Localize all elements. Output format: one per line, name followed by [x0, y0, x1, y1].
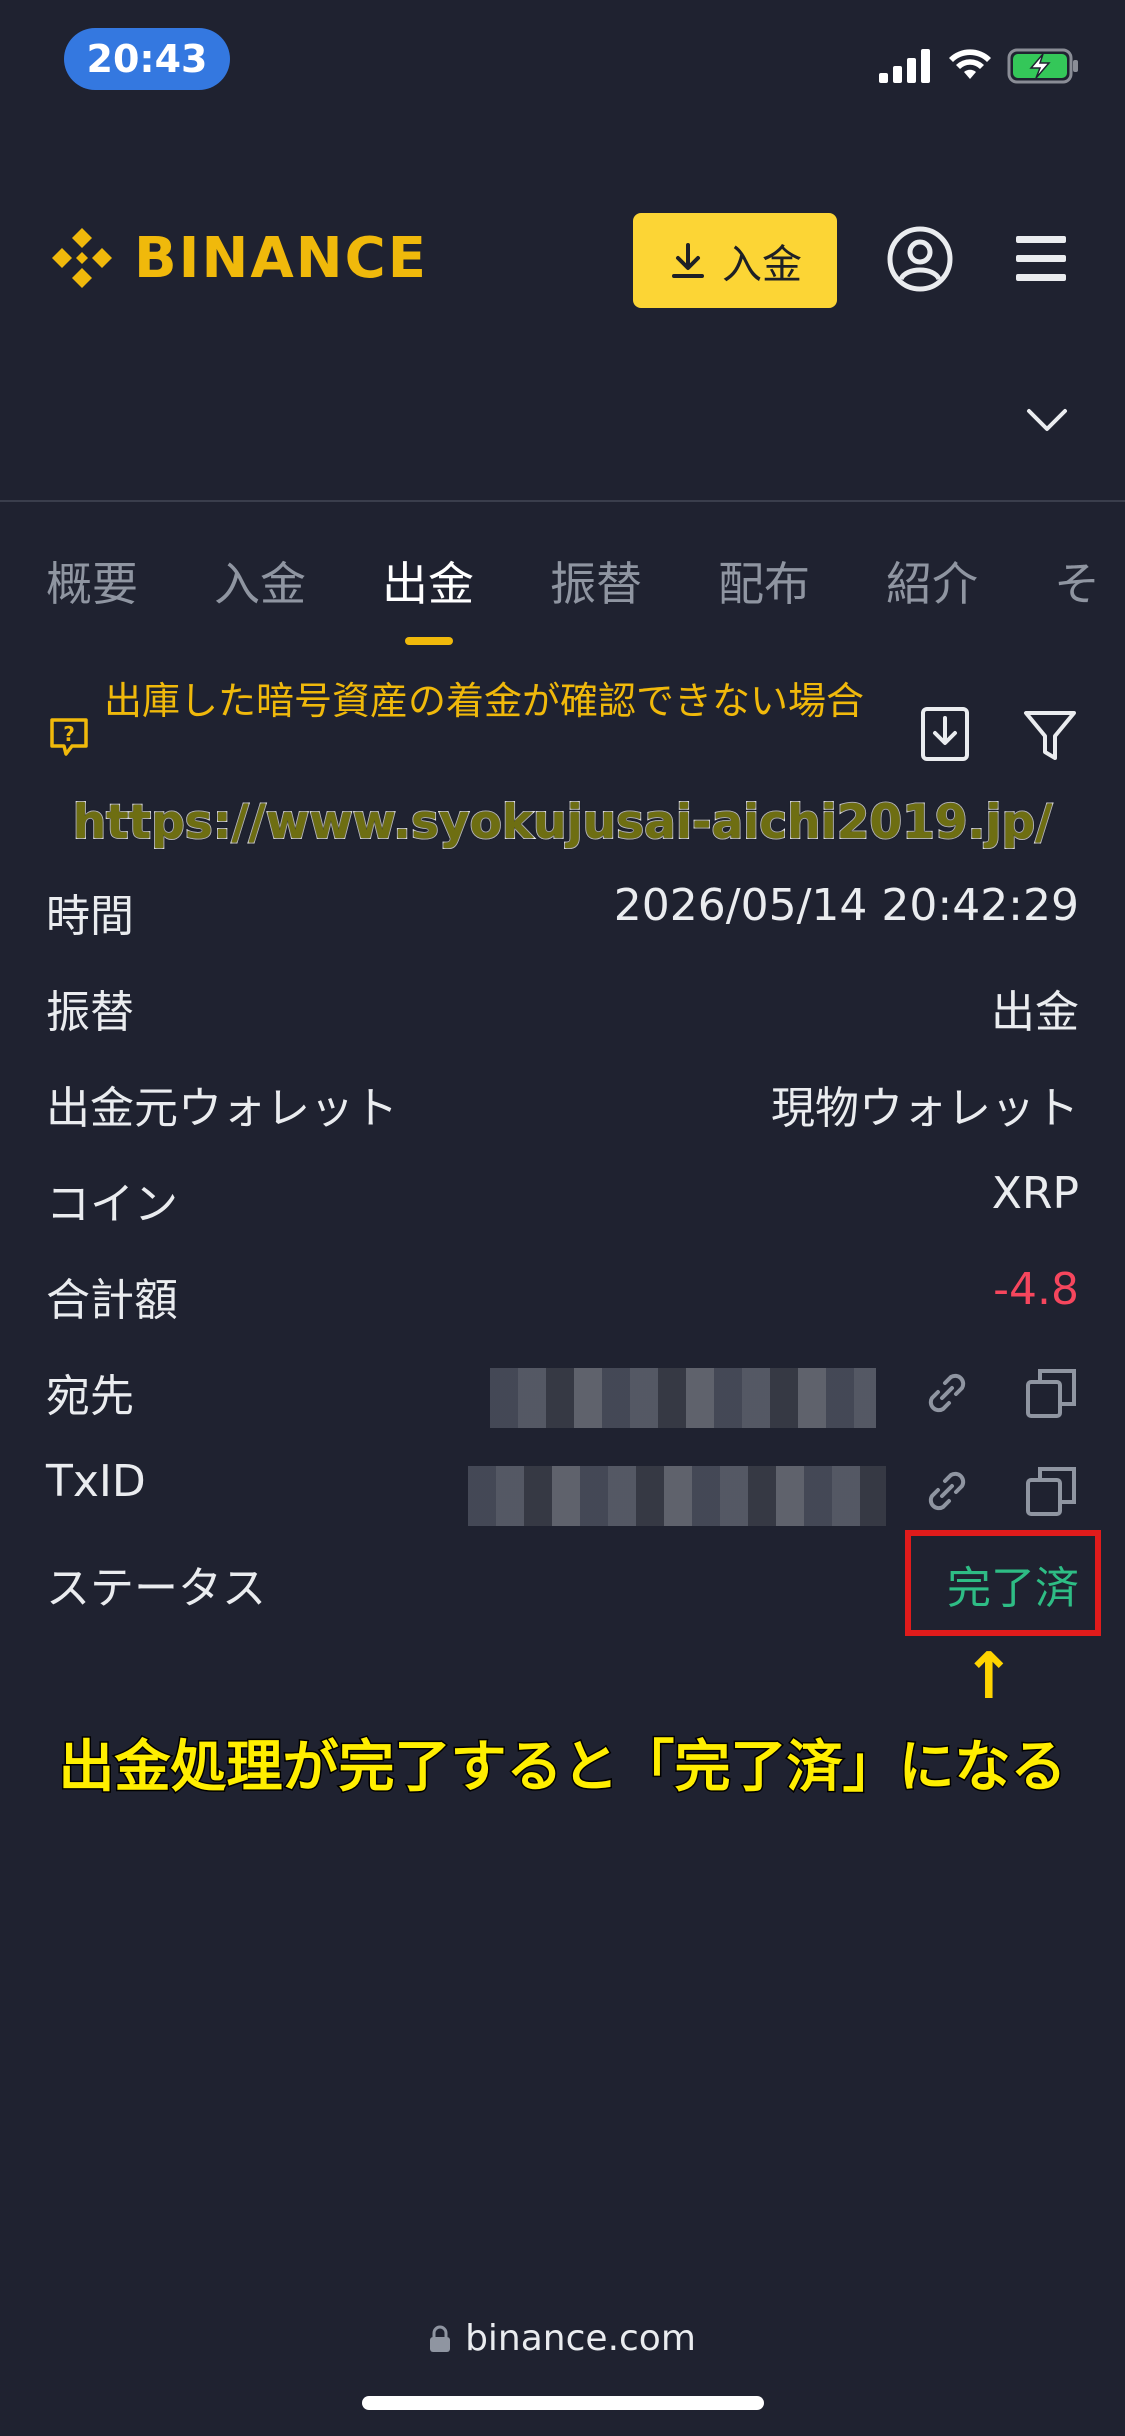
time-label: 時間 [46, 891, 134, 942]
link-icon[interactable] [920, 1366, 974, 1420]
txid-redacted [468, 1466, 886, 1526]
tab-referral[interactable]: 紹介 [886, 548, 1054, 614]
transfer-value: 出金 [991, 987, 1079, 1038]
detail-row-coin: コイン XRP [46, 1168, 1079, 1238]
lock-icon [430, 2325, 451, 2352]
notice-link[interactable]: 出庫した暗号資産の着金が確認できない場合 [104, 670, 914, 732]
signal-icon [879, 49, 930, 83]
detail-row-from-wallet: 出金元ウォレット 現物ウォレット [46, 1072, 1079, 1142]
svg-text:?: ? [63, 722, 75, 746]
link-icon[interactable] [920, 1464, 974, 1518]
home-indicator[interactable] [362, 2396, 764, 2410]
detail-row-total: 合計額 -4.8 [46, 1264, 1079, 1334]
detail-row-txid: TxID [46, 1456, 1079, 1526]
active-tab-indicator [405, 637, 453, 645]
wifi-icon [949, 49, 991, 79]
question-bubble-icon: ? [50, 718, 88, 756]
domain-text: binance.com [465, 2318, 696, 2359]
copy-icon[interactable] [1024, 1366, 1078, 1420]
history-tabs: 概要 入金 出金 振替 配布 紹介 そ [46, 548, 1114, 614]
from-wallet-value: 現物ウォレット [771, 1083, 1079, 1134]
binance-logo-icon [52, 228, 112, 288]
binance-logo[interactable]: BINANCE [46, 222, 428, 294]
battery-charging-icon [1007, 48, 1078, 84]
export-icon[interactable] [920, 706, 970, 762]
detail-row-time: 時間 2026/05/14 20:42:29 [46, 880, 1079, 950]
coin-value: XRP [991, 1168, 1079, 1219]
annotation-caption: 出金処理が完了すると「完了済」になる [57, 1734, 1068, 1802]
tab-withdraw[interactable]: 出金 [382, 548, 550, 614]
tab-other[interactable]: そ [1054, 548, 1114, 614]
tab-overview[interactable]: 概要 [46, 548, 214, 614]
annotation-arrow: ↑ [962, 1640, 1016, 1714]
from-wallet-label: 出金元ウォレット [46, 1083, 398, 1134]
destination-label: 宛先 [46, 1371, 134, 1422]
status-icons [879, 44, 1081, 88]
detail-row-transfer: 振替 出金 [46, 976, 1079, 1046]
total-value: -4.8 [993, 1264, 1079, 1315]
deposit-button[interactable]: 入金 [633, 213, 837, 308]
logo-text: BINANCE [134, 225, 428, 291]
detail-row-destination: 宛先 [46, 1360, 1079, 1430]
download-icon [672, 242, 704, 278]
tab-transfer[interactable]: 振替 [550, 548, 718, 614]
transfer-label: 振替 [46, 987, 134, 1038]
coin-label: コイン [46, 1179, 178, 1230]
account-icon[interactable] [886, 225, 954, 293]
browser-address[interactable]: binance.com [0, 2318, 1125, 2359]
menu-icon[interactable] [1016, 234, 1066, 284]
chevron-down-icon[interactable] [1025, 405, 1069, 435]
status-highlight-box [905, 1530, 1101, 1636]
total-label: 合計額 [46, 1275, 178, 1326]
filter-icon[interactable] [1022, 708, 1078, 764]
txid-label: TxID [46, 1456, 146, 1507]
tab-distribution[interactable]: 配布 [718, 548, 886, 614]
header-divider [0, 500, 1125, 502]
deposit-button-label: 入金 [722, 241, 802, 288]
overlay-url-watermark: https://www.syokujusai-aichi2019.jp/ [72, 794, 1054, 851]
status-label: ステータス [46, 1563, 266, 1614]
destination-address-redacted [490, 1368, 876, 1428]
tab-deposit[interactable]: 入金 [214, 548, 382, 614]
status-time: 20:43 [64, 28, 230, 90]
copy-icon[interactable] [1024, 1464, 1078, 1518]
time-value: 2026/05/14 20:42:29 [613, 880, 1079, 931]
